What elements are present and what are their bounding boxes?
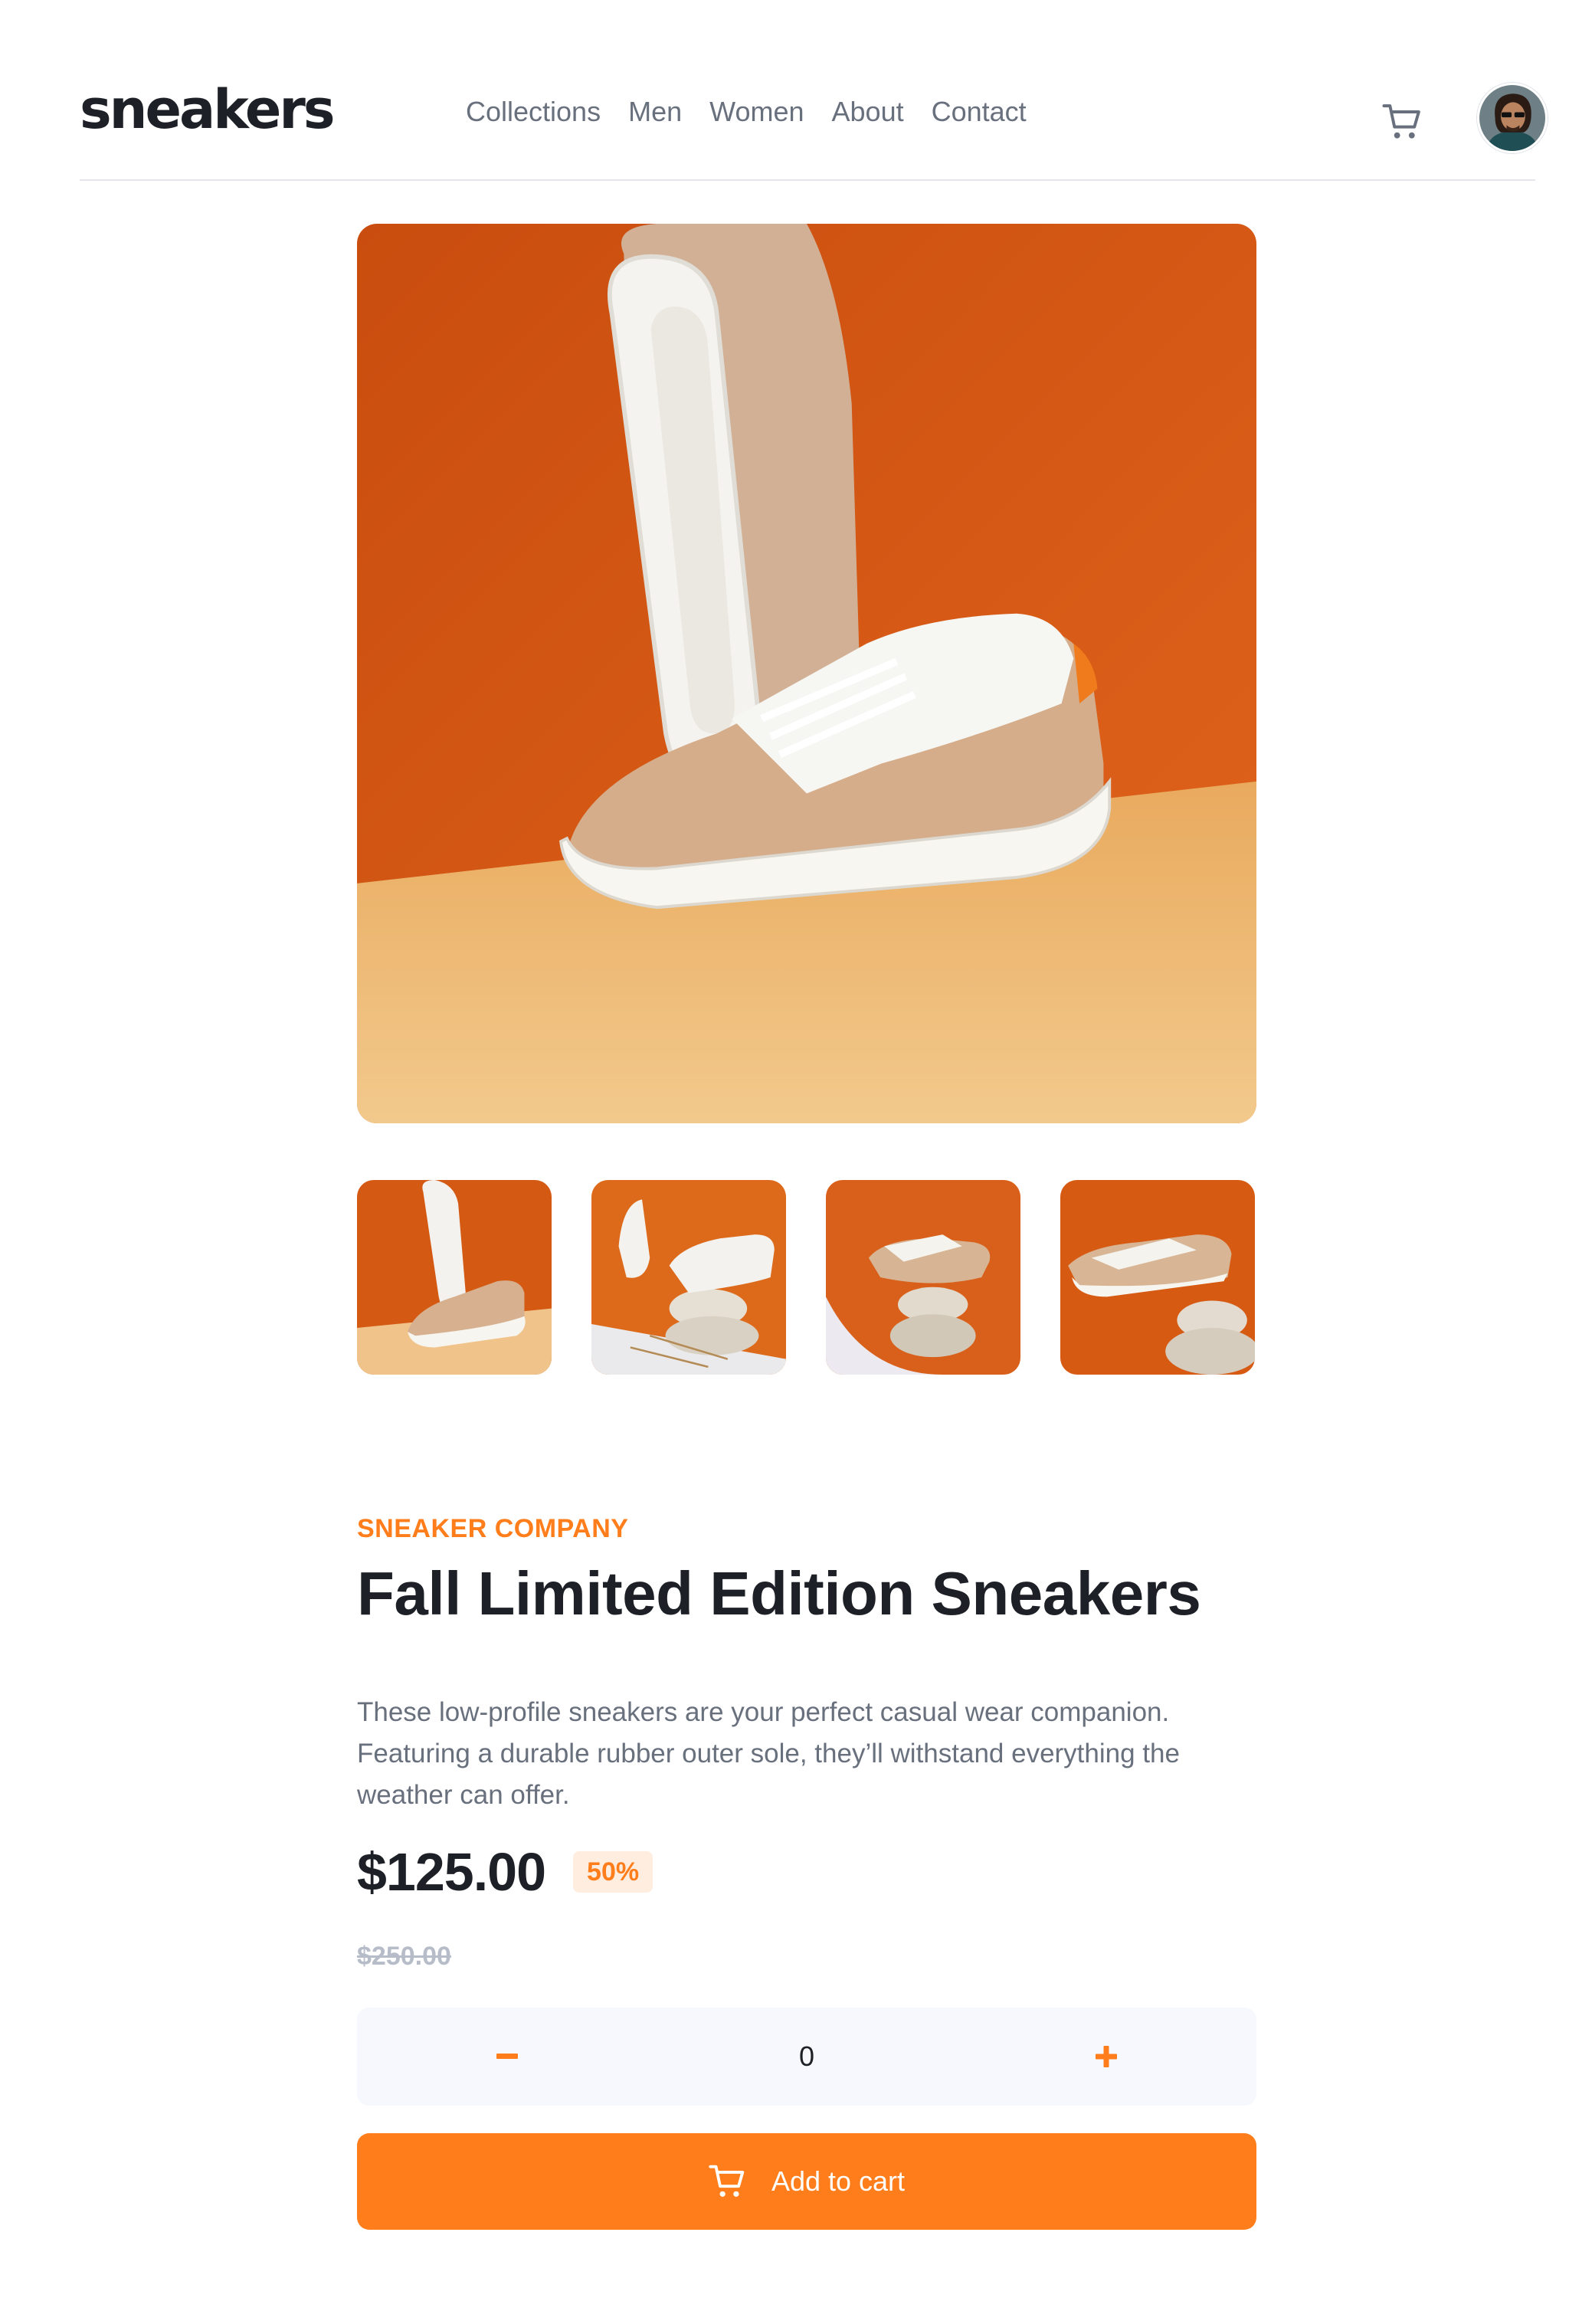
thumbnail-1[interactable]	[357, 1180, 552, 1375]
increase-quantity-button[interactable]	[1045, 2008, 1168, 2106]
thumbnail-3[interactable]	[826, 1180, 1020, 1375]
cart-icon[interactable]	[1382, 103, 1423, 141]
price-row: $125.00 50%	[357, 1845, 653, 1899]
plus-icon	[1096, 2046, 1117, 2067]
add-to-cart-label: Add to cart	[771, 2165, 906, 2197]
product-description: These low-profile sneakers are your perf…	[357, 1697, 1180, 1810]
avatar[interactable]	[1477, 83, 1548, 153]
add-to-cart-button[interactable]: Add to cart	[357, 2133, 1256, 2230]
site-header: sneakers Collections Men Women About Con…	[80, 0, 1548, 181]
product-title: Fall Limited Edition Sneakers	[357, 1559, 1201, 1627]
nav-link-contact[interactable]: Contact	[932, 98, 1027, 126]
original-price: $250.00	[357, 1942, 451, 1971]
thumbnail-4[interactable]	[1060, 1180, 1255, 1375]
quantity-stepper: 0	[357, 2008, 1256, 2106]
nav-link-collections[interactable]: Collections	[466, 98, 601, 126]
main-nav: Collections Men Women About Contact	[466, 98, 1054, 126]
nav-link-women[interactable]: Women	[709, 98, 804, 126]
discount-badge: 50%	[573, 1851, 653, 1893]
logo[interactable]: sneakers	[80, 83, 336, 136]
current-price: $125.00	[357, 1842, 546, 1902]
thumbnail-2[interactable]	[591, 1180, 786, 1375]
nav-link-men[interactable]: Men	[628, 98, 682, 126]
decrease-quantity-button[interactable]	[446, 2008, 568, 2106]
main-product-image[interactable]	[357, 224, 1256, 1123]
minus-icon	[496, 2054, 518, 2059]
cart-icon	[709, 2165, 745, 2197]
nav-link-about[interactable]: About	[832, 98, 904, 126]
company-name: SNEAKER COMPANY	[357, 1514, 629, 1543]
